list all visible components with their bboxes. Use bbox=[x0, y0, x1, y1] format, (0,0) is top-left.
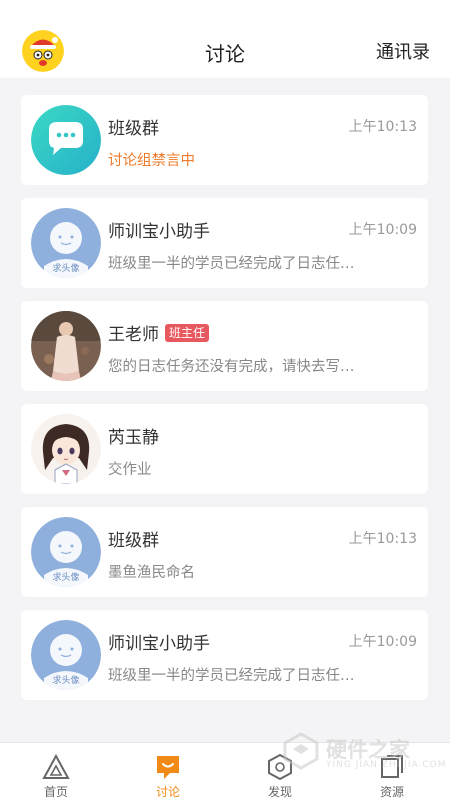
tab-label: 首页 bbox=[43, 785, 68, 799]
conversation-item[interactable]: 班级群 上午10:13 讨论组禁言中 bbox=[21, 95, 428, 185]
top-bar: 讨论 通讯录 bbox=[0, 0, 450, 78]
conversation-item[interactable]: 求头像 班级群 上午10:13 墨鱼渔民命名 bbox=[21, 507, 428, 597]
anime-avatar bbox=[31, 414, 101, 484]
conversation-item[interactable]: 王老师 班主任 您的日志任务还没有完成，请快去写… bbox=[21, 301, 428, 391]
default-avatar: 求头像 bbox=[31, 517, 101, 587]
tab-home[interactable]: 首页 bbox=[0, 743, 112, 800]
conversation-time: 上午10:13 bbox=[348, 119, 417, 135]
avatar-placeholder-text: 求头像 bbox=[52, 571, 79, 583]
photo-avatar bbox=[31, 311, 101, 381]
name-text: 班级群 bbox=[108, 531, 159, 551]
conversation-name: 王老师 班主任 bbox=[108, 320, 210, 345]
conversation-name: 师训宝小助手 bbox=[108, 217, 210, 242]
default-avatar: 求头像 bbox=[31, 620, 101, 690]
default-avatar: 求头像 bbox=[31, 208, 101, 278]
avatar-placeholder-text: 求头像 bbox=[52, 674, 79, 686]
conversation-time: 上午10:09 bbox=[348, 222, 417, 238]
watermark-logo: 硬件之家 YING JIAN ZHI JIA.COM bbox=[282, 732, 450, 772]
group-chat-icon bbox=[31, 105, 101, 175]
conversation-preview: 讨论组禁言中 bbox=[108, 153, 195, 169]
avatar-placeholder-text: 求头像 bbox=[52, 262, 79, 274]
name-text: 师训宝小助手 bbox=[108, 634, 210, 654]
chat-bubble-icon bbox=[157, 756, 179, 779]
conversation-item[interactable]: 芮玉静 交作业 bbox=[21, 404, 428, 494]
conversation-preview: 墨鱼渔民命名 bbox=[108, 565, 195, 581]
conversation-name: 班级群 bbox=[108, 526, 159, 551]
conversation-preview: 您的日志任务还没有完成，请快去写… bbox=[108, 359, 355, 375]
home-triangle-icon bbox=[42, 753, 70, 779]
tab-label: 资源 bbox=[379, 785, 404, 799]
name-text: 王老师 bbox=[108, 325, 159, 345]
role-badge: 班主任 bbox=[165, 323, 210, 342]
conversation-time: 上午10:09 bbox=[348, 634, 417, 650]
tab-discussion[interactable]: 讨论 bbox=[112, 743, 224, 800]
conversation-item[interactable]: 求头像 师训宝小助手 上午10:09 班级里一半的学员已经完成了日志任… bbox=[21, 610, 428, 700]
conversation-preview: 班级里一半的学员已经完成了日志任… bbox=[108, 256, 355, 272]
name-text: 师训宝小助手 bbox=[108, 222, 210, 242]
conversation-item[interactable]: 求头像 师训宝小助手 上午10:09 班级里一半的学员已经完成了日志任… bbox=[21, 198, 428, 288]
conversation-preview: 班级里一半的学员已经完成了日志任… bbox=[108, 668, 355, 684]
conversation-preview: 交作业 bbox=[108, 462, 152, 478]
cube-logo-icon bbox=[283, 732, 319, 770]
tab-label: 发现 bbox=[267, 785, 292, 799]
name-text: 班级群 bbox=[108, 119, 159, 139]
name-text: 芮玉静 bbox=[108, 428, 159, 448]
conversation-name: 芮玉静 bbox=[108, 423, 159, 448]
contacts-link[interactable]: 通讯录 bbox=[376, 38, 430, 64]
watermark-subtitle: YING JIAN ZHI JIA.COM bbox=[326, 760, 447, 770]
tab-label: 讨论 bbox=[155, 785, 180, 799]
conversation-name: 师训宝小助手 bbox=[108, 629, 210, 654]
conversation-time: 上午10:13 bbox=[348, 531, 417, 547]
conversation-name: 班级群 bbox=[108, 114, 159, 139]
conversation-list: 班级群 上午10:13 讨论组禁言中 求头像 师训宝小助手 上午10:09 班级… bbox=[21, 95, 428, 713]
